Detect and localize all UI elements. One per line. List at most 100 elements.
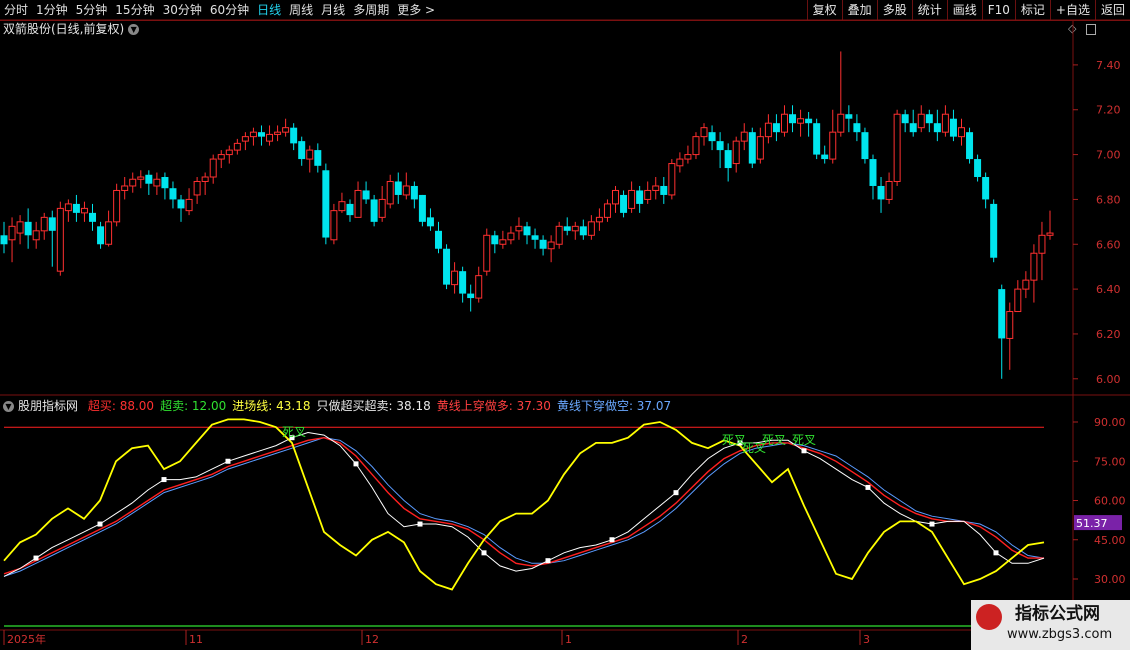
price-label: 6.00 <box>1096 373 1121 386</box>
candle-body-up <box>249 131 257 138</box>
chevron-down-icon[interactable]: ▼ <box>128 24 140 35</box>
period-tab-9[interactable]: 多周期 <box>349 0 393 20</box>
indicator-axis-label: 60.00 <box>1094 495 1126 508</box>
toolbar-button-5[interactable]: F10 <box>981 0 1015 20</box>
toolbar-button-7[interactable]: +自选 <box>1049 0 1095 20</box>
candle-body-up <box>193 180 201 196</box>
candle-body-down <box>290 127 298 144</box>
white-marker <box>481 550 487 556</box>
date-label: 11 <box>189 633 203 646</box>
indicator-axis-label: 90.00 <box>1094 416 1126 429</box>
indicator-param-0: 超买: 88.00 <box>87 399 155 413</box>
candle-body-down <box>869 159 877 186</box>
period-tab-7[interactable]: 周线 <box>285 0 317 20</box>
diamond-icon[interactable]: ◇ <box>1068 22 1076 35</box>
toolbar-button-1[interactable]: 叠加 <box>841 0 877 20</box>
candle-body-down <box>169 188 177 200</box>
chevron-down-icon[interactable]: ▼ <box>3 401 14 412</box>
candle-body-down <box>982 177 990 200</box>
candle-body-down <box>539 239 547 249</box>
stock-chart[interactable]: 7.40 7.20 7.00 6.80 6.60 6.40 6.20 6.00 90.00 75.… <box>0 0 1130 650</box>
candle-body-down <box>748 132 756 164</box>
candle-body-up <box>306 149 314 160</box>
indicator-param-5: 黄线下穿做空: 37.07 <box>556 399 672 413</box>
candle-body-down <box>467 293 475 299</box>
candle-body-up <box>644 189 652 200</box>
candle-body-up <box>1038 234 1046 254</box>
toolbar-button-2[interactable]: 多股 <box>876 0 912 20</box>
candle-body-up <box>137 176 145 180</box>
candle-body-down <box>491 235 499 245</box>
toolbar-button-3[interactable]: 统计 <box>911 0 947 20</box>
candle-body-down <box>257 132 265 137</box>
candle-body-up <box>330 210 338 241</box>
period-tab-2[interactable]: 5分钟 <box>72 0 112 20</box>
candle-body-up <box>507 232 515 241</box>
candle-body-up <box>105 221 113 245</box>
period-tab-0[interactable]: 分时 <box>0 0 32 20</box>
candle-body-up <box>612 189 620 205</box>
candle-body-up <box>378 198 386 218</box>
candle-body-up <box>676 158 684 167</box>
candle-body-down <box>145 174 153 184</box>
candle-body-up <box>354 189 362 218</box>
candle-body-up <box>587 221 595 236</box>
candle-body-up <box>402 185 410 196</box>
candle-body-down <box>177 199 185 209</box>
candle-body-up <box>209 158 217 178</box>
stock-title-label: 双箭股份(日线,前复权) <box>3 22 125 36</box>
candle-body-up <box>201 176 209 182</box>
candle-body-down <box>813 123 821 155</box>
price-label: 7.40 <box>1096 59 1121 72</box>
candle-body-up <box>917 113 925 129</box>
candle-body-up <box>8 225 16 241</box>
candle-body-up <box>941 113 949 133</box>
white-marker <box>353 461 359 467</box>
indicator-param-4: 黄线上穿做多: 37.30 <box>436 399 551 413</box>
period-tab-10[interactable]: 更多 > <box>393 0 439 20</box>
stock-title[interactable]: 双箭股份(日线,前复权) ▼ <box>3 21 140 37</box>
period-tab-4[interactable]: 30分钟 <box>159 0 206 20</box>
toolbar-button-4[interactable]: 画线 <box>946 0 982 20</box>
indicator-name: 股朋指标网 <box>18 399 79 413</box>
candle-body-down <box>459 271 467 294</box>
date-label: 1 <box>565 633 572 646</box>
candle-body-down <box>298 141 306 160</box>
candle-body-up <box>40 216 48 232</box>
signal-label: 死叉 <box>282 425 306 439</box>
candle-body-down <box>845 114 853 119</box>
period-tabs: 分时 1分钟 5分钟 15分钟 30分钟 60分钟 日线 周线 月线 多周期 更多 > <box>0 0 439 20</box>
signal-label: 死叉 <box>762 433 786 447</box>
candle-body-down <box>909 123 917 133</box>
candle-body-up <box>282 127 290 133</box>
toolbar-button-6[interactable]: 标记 <box>1014 0 1050 20</box>
white-marker <box>97 521 103 527</box>
candle-body-down <box>861 132 869 160</box>
white-marker <box>737 440 743 446</box>
date-label: 3 <box>863 633 870 646</box>
period-tab-6[interactable]: 日线 <box>253 0 285 20</box>
candle-body-up <box>797 118 805 124</box>
candle-body-down <box>949 118 957 137</box>
signal-label: 死叉 <box>742 441 766 455</box>
toolbar-buttons: 复权 叠加 多股 统计 画线 F10 标记 +自选 返回 <box>806 0 1130 20</box>
period-tab-8[interactable]: 月线 <box>317 0 349 20</box>
candle-body-down <box>805 118 813 124</box>
period-tab-3[interactable]: 15分钟 <box>111 0 158 20</box>
panel-toggle-icon[interactable] <box>1085 23 1096 35</box>
period-tab-5[interactable]: 60分钟 <box>206 0 253 20</box>
toolbar-button-0[interactable]: 复权 <box>806 0 842 20</box>
period-tab-1[interactable]: 1分钟 <box>32 0 72 20</box>
indicator-axis-label: 75.00 <box>1094 455 1126 468</box>
candle-body-down <box>0 235 8 245</box>
toolbar-button-8[interactable]: 返回 <box>1094 0 1130 20</box>
white-marker <box>161 477 167 483</box>
candle-body-up <box>893 113 901 182</box>
candle-body-up <box>595 216 603 223</box>
candle-body-down <box>821 154 829 160</box>
indicator-param-3: 只做超买超卖: 38.18 <box>316 399 431 413</box>
watermark-url: www.zbgs3.com <box>1007 627 1113 642</box>
candle-body-down <box>974 159 982 178</box>
candle-body-up <box>64 203 72 212</box>
candle-body-up <box>225 149 233 156</box>
